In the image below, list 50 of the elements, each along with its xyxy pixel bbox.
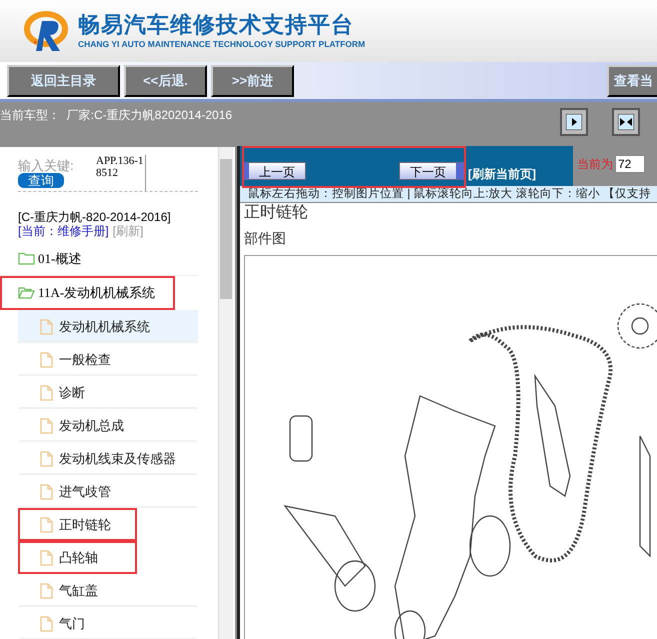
- folder-icon: [18, 252, 35, 265]
- page-number-field[interactable]: 72: [615, 155, 645, 173]
- section-title: 正时链轮: [244, 203, 309, 223]
- previous-page-button[interactable]: 上一页: [244, 162, 306, 180]
- collapse-panel-button[interactable]: [560, 108, 588, 136]
- open-folder-icon: [18, 286, 35, 299]
- tree-item[interactable]: 诊断: [18, 376, 198, 409]
- tree-item[interactable]: 气缸盖: [18, 574, 198, 607]
- expand-panel-button[interactable]: [612, 108, 640, 136]
- nav-button[interactable]: <<后退.: [124, 64, 207, 96]
- scrollbar-thumb[interactable]: [220, 159, 232, 299]
- tree-item[interactable]: 发动机机械系统: [18, 310, 198, 343]
- tree-item[interactable]: 进气歧管: [18, 475, 198, 508]
- vehicle-name: [C-重庆力帆-820-2014-2016]: [18, 210, 172, 224]
- search-button[interactable]: 查询: [18, 173, 64, 188]
- tree-item[interactable]: 发动机线束及传感器: [18, 442, 198, 475]
- section-subtitle: 部件图: [244, 229, 287, 247]
- document-icon: [40, 484, 53, 500]
- tree-folder[interactable]: 11A-发动机机械系统: [0, 276, 175, 310]
- tree-item[interactable]: 发动机总成: [18, 409, 198, 442]
- platform-subtitle: CHANG YI AUTO MAINTENANCE TECHNOLOGY SUPPORT PLATFORM: [78, 38, 366, 50]
- current-page-label: 当前为: [577, 156, 613, 173]
- platform-title: 畅易汽车维修技术支持平台: [78, 12, 355, 38]
- document-icon: [40, 450, 53, 466]
- document-icon: [40, 318, 53, 334]
- document-icon: [40, 550, 53, 566]
- current-model-text: 当前车型： 厂家:C-重庆力帆8202014-2016: [0, 107, 232, 124]
- next-page-button[interactable]: 下一页: [399, 162, 464, 180]
- nav-button[interactable]: 返回主目录: [7, 64, 120, 96]
- refresh-page-link[interactable]: [刷新当前页]: [468, 165, 536, 183]
- tree-item[interactable]: 正时链轮: [18, 508, 137, 541]
- document-icon: [40, 352, 53, 368]
- view-button[interactable]: 查看当: [607, 64, 657, 96]
- tree-folder[interactable]: 01-概述: [0, 242, 198, 276]
- tree-item[interactable]: 凸轮轴: [18, 541, 137, 574]
- document-icon: [40, 582, 53, 598]
- document-icon: [40, 384, 53, 400]
- arrow-right-icon: [566, 114, 582, 130]
- scrollbar[interactable]: [218, 147, 233, 639]
- keyword-label: 输入关键:: [18, 159, 75, 173]
- tree-item[interactable]: 一般检查: [18, 343, 198, 376]
- document-icon: [40, 418, 53, 434]
- tree-item[interactable]: 气门: [18, 607, 198, 639]
- document-icon: [40, 516, 53, 532]
- nav-button[interactable]: >>前进: [211, 64, 294, 96]
- document-icon: [40, 616, 53, 632]
- keyword-field[interactable]: APP.136-18512: [96, 155, 146, 191]
- current-manual-text: [当前：维修手册]: [18, 224, 109, 238]
- usage-hint: 鼠标左右拖动：控制图片位置 | 鼠标滚轮向上:放大 滚轮向下：缩小 【仅支持: [240, 186, 657, 203]
- arrows-inward-icon: [618, 114, 634, 130]
